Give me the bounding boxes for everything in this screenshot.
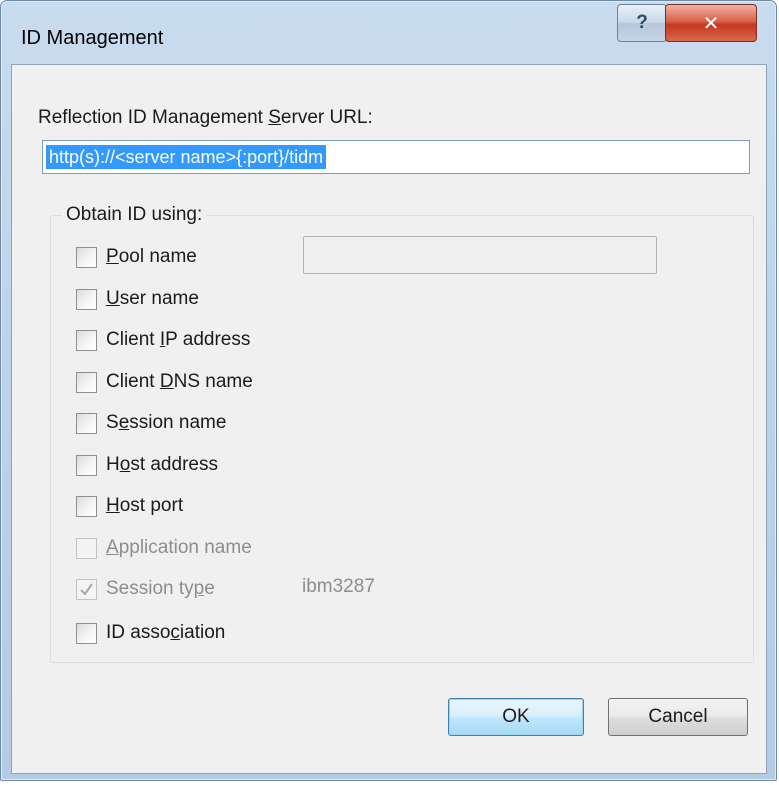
help-icon: ? bbox=[636, 12, 648, 33]
checkbox-box[interactable] bbox=[76, 495, 97, 517]
checkbox-box[interactable] bbox=[76, 329, 97, 351]
checkbox-box[interactable] bbox=[76, 288, 97, 310]
checkbox-label: Client IP address bbox=[106, 329, 251, 350]
cancel-button[interactable]: Cancel bbox=[608, 698, 748, 736]
checkbox-application-name: Application name bbox=[76, 535, 252, 561]
checkbox-box bbox=[76, 578, 97, 600]
checkbox-label: User name bbox=[106, 288, 199, 309]
checkbox-pool-name[interactable]: Pool name bbox=[76, 244, 197, 270]
pool-name-input[interactable] bbox=[303, 236, 657, 274]
checkbox-session-type: Session type bbox=[76, 576, 215, 602]
checkbox-client-dns-name[interactable]: Client DNS name bbox=[76, 369, 253, 395]
checkbox-id-association[interactable]: ID association bbox=[76, 620, 225, 646]
checkbox-session-name[interactable]: Session name bbox=[76, 410, 226, 436]
checkbox-box[interactable] bbox=[76, 246, 97, 268]
close-icon: ✕ bbox=[702, 12, 720, 35]
checkbox-box[interactable] bbox=[76, 412, 97, 434]
help-button[interactable]: ? bbox=[617, 4, 667, 42]
checkbox-label: Session type bbox=[106, 578, 215, 599]
ok-button[interactable]: OK bbox=[448, 698, 584, 736]
checkbox-label: Pool name bbox=[106, 246, 197, 267]
checkbox-label: Client DNS name bbox=[106, 371, 253, 392]
checkbox-user-name[interactable]: User name bbox=[76, 286, 199, 312]
server-url-label: Reflection ID Management Server URL: bbox=[38, 107, 373, 128]
checkbox-host-port[interactable]: Host port bbox=[76, 493, 183, 519]
checkmark-icon bbox=[80, 582, 93, 596]
checkbox-label: Session name bbox=[106, 412, 227, 433]
checkbox-label: Host port bbox=[106, 495, 184, 516]
obtain-id-group-label: Obtain ID using: bbox=[62, 204, 207, 226]
checkbox-client-ip-address[interactable]: Client IP address bbox=[76, 327, 250, 353]
checkbox-label: ID association bbox=[106, 622, 226, 643]
checkbox-host-address[interactable]: Host address bbox=[76, 452, 218, 478]
checkbox-box[interactable] bbox=[76, 454, 97, 476]
checkbox-box[interactable] bbox=[76, 622, 97, 644]
close-button[interactable]: ✕ bbox=[665, 4, 757, 42]
checkbox-box bbox=[76, 537, 97, 559]
title-bar[interactable]: ID Management ? ✕ bbox=[1, 1, 776, 65]
checkbox-label: Application name bbox=[106, 537, 252, 558]
server-url-input[interactable]: http(s)://<server name>{:port}/tidm bbox=[42, 140, 750, 174]
window-title: ID Management bbox=[21, 27, 164, 49]
checkbox-label: Host address bbox=[106, 454, 218, 475]
server-url-value: http(s)://<server name>{:port}/tidm bbox=[46, 145, 327, 169]
checkbox-box[interactable] bbox=[76, 371, 97, 393]
session-type-value: ibm3287 bbox=[302, 576, 375, 597]
